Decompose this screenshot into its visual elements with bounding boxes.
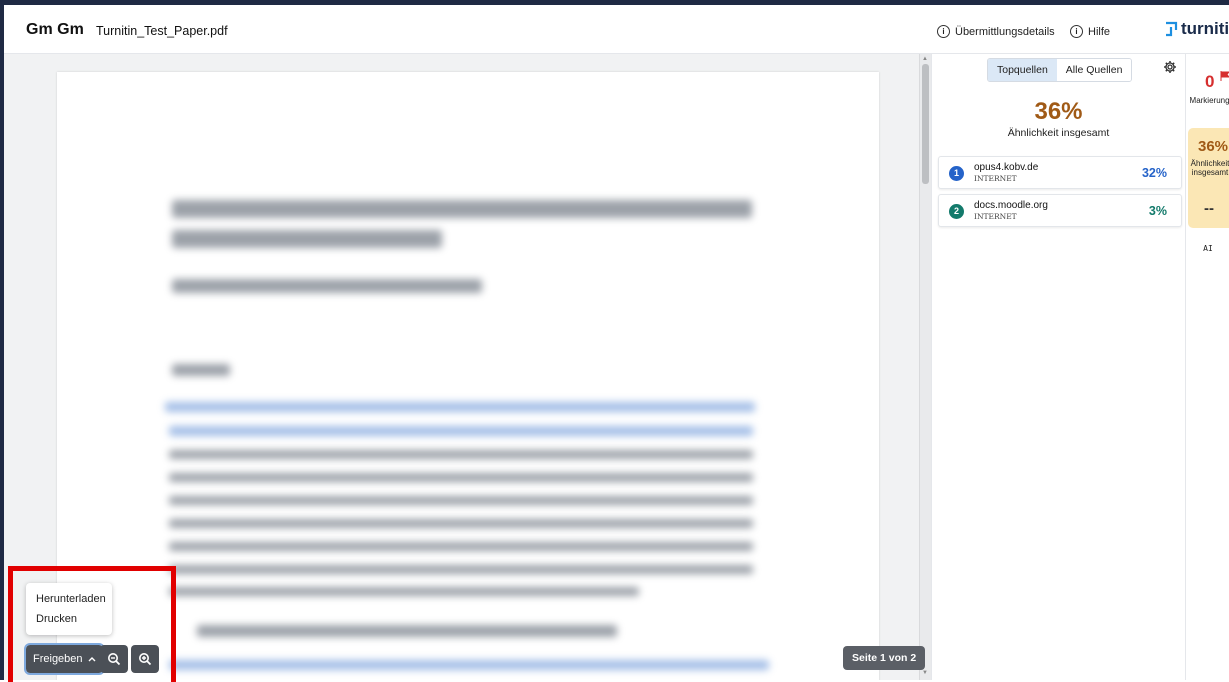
- info-icon: i: [937, 25, 950, 38]
- gear-icon[interactable]: [1163, 60, 1177, 74]
- blurred-title-line: [172, 230, 442, 248]
- source-tabs: Topquellen Alle Quellen: [987, 58, 1133, 82]
- similarity-percent: 36%: [1198, 138, 1229, 155]
- source-type: INTERNET: [974, 212, 1017, 221]
- help-link[interactable]: i Hilfe: [1070, 25, 1110, 38]
- tab-top-sources[interactable]: Topquellen: [988, 59, 1057, 81]
- top-header: Gm Gm Turnitin_Test_Paper.pdf i Übermitt…: [4, 5, 1229, 54]
- ai-value: --: [1204, 200, 1214, 217]
- brand-name: turnitin: [1181, 19, 1229, 38]
- overall-similarity-score: 36%: [1034, 98, 1083, 125]
- blurred-text-line: [169, 587, 639, 596]
- tab-all-sources[interactable]: Alle Quellen: [1056, 59, 1132, 81]
- blurred-title-line: [172, 200, 752, 218]
- info-icon: i: [1070, 25, 1083, 38]
- blurred-text-line: [169, 542, 753, 551]
- flags-label: Markierungen: [1189, 96, 1229, 105]
- submission-details-label: Übermittlungsdetails: [955, 25, 1055, 38]
- viewer-scrollbar[interactable]: ▲ ▼: [919, 54, 931, 680]
- blurred-text-line: [169, 473, 753, 482]
- flags-count: 0: [1205, 72, 1215, 91]
- blurred-highlight-line: [169, 660, 769, 670]
- source-percent: 32%: [1141, 166, 1167, 180]
- help-label: Hilfe: [1088, 25, 1111, 38]
- source-number-badge: 1: [949, 166, 964, 181]
- blurred-text-line: [169, 565, 753, 574]
- source-type: INTERNET: [974, 174, 1017, 183]
- user-initials[interactable]: Gm Gm: [26, 21, 84, 39]
- ai-label: AI: [1203, 244, 1213, 253]
- blurred-highlight-line: [165, 402, 755, 412]
- blurred-text-line: [169, 450, 753, 459]
- scroll-thumb[interactable]: [922, 64, 929, 184]
- blurred-text-line: [169, 496, 753, 505]
- document-title: Turnitin_Test_Paper.pdf: [96, 24, 228, 38]
- highlight-annotation-box: [8, 566, 176, 682]
- right-rail: 0 Markierungen 36% Ähnlichkeit insgesamt…: [1185, 54, 1229, 680]
- overall-similarity-label: Ähnlichkeit insgesamt: [1007, 127, 1110, 139]
- blurred-heading: [172, 364, 230, 376]
- blurred-highlight-line: [169, 426, 753, 436]
- blurred-author-line: [172, 279, 482, 293]
- source-name: opus4.kobv.de: [974, 162, 1039, 173]
- source-number-badge: 2: [949, 204, 964, 219]
- flag-icon: [1220, 71, 1229, 81]
- source-item[interactable]: 1 opus4.kobv.de INTERNET 32%: [938, 156, 1182, 189]
- turnitin-mark-icon: [1166, 21, 1178, 37]
- source-name: docs.moodle.org: [974, 200, 1048, 211]
- source-percent: 3%: [1148, 204, 1167, 218]
- document-page: [57, 72, 879, 680]
- similarity-label: Ähnlichkeit insgesamt: [1190, 159, 1229, 177]
- blurred-text-line: [169, 519, 753, 528]
- turnitin-logo: turnitin: [1164, 19, 1229, 39]
- scroll-up-icon[interactable]: ▲: [922, 56, 928, 62]
- submission-details-link[interactable]: i Übermittlungsdetails: [937, 25, 1055, 38]
- sources-panel: Topquellen Alle Quellen 36% Ähnlichkeit …: [931, 54, 1185, 680]
- blurred-heading: [197, 625, 617, 637]
- scroll-down-icon[interactable]: ▼: [922, 670, 928, 676]
- source-item[interactable]: 2 docs.moodle.org INTERNET 3%: [938, 194, 1182, 227]
- page-indicator: Seite 1 von 2: [843, 646, 926, 670]
